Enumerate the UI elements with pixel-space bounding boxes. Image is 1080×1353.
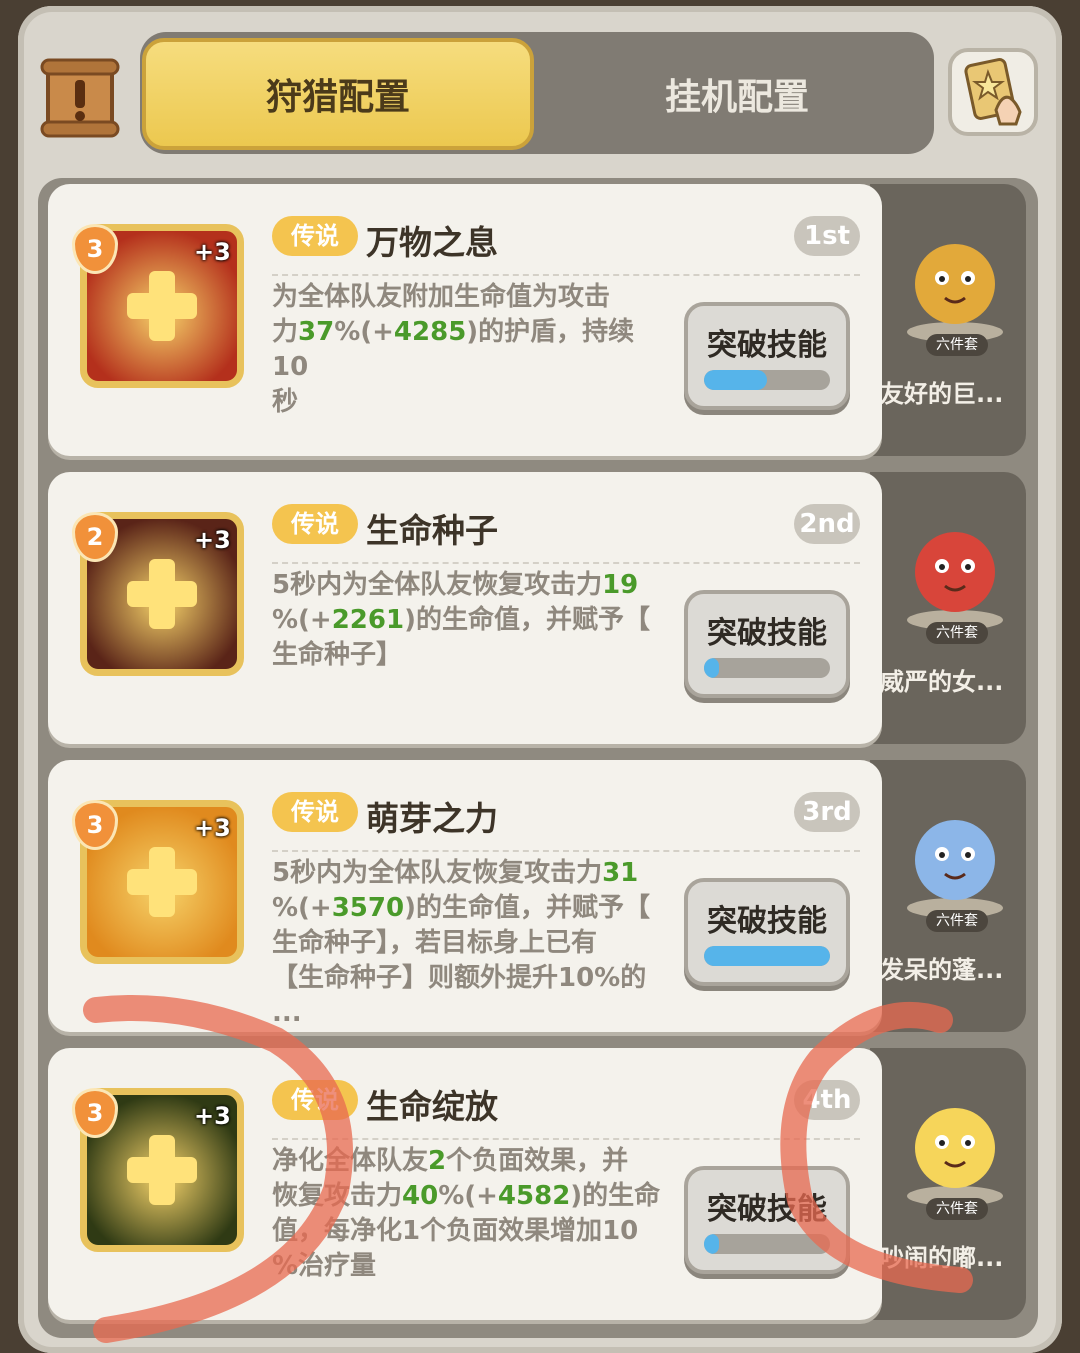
breakthrough-label: 突破技能 bbox=[707, 904, 827, 939]
description-text: 净化全体队友 bbox=[272, 1146, 429, 1176]
highlight-value: 3570 bbox=[331, 893, 405, 923]
set-badge: 六件套 bbox=[926, 334, 988, 356]
set-badge: 六件套 bbox=[926, 1198, 988, 1220]
set-badge: 六件套 bbox=[926, 910, 988, 932]
breakthrough-button[interactable]: 突破技能 bbox=[684, 302, 850, 410]
breakthrough-label: 突破技能 bbox=[707, 616, 827, 651]
skill-description: 净化全体队友2个负面效果，并 恢复攻击力40%(+4582)的生命 值，每净化1… bbox=[272, 1144, 668, 1284]
legendary-tag: 传说 bbox=[272, 504, 358, 544]
tips-button[interactable] bbox=[948, 48, 1038, 136]
breakthrough-label: 突破技能 bbox=[707, 328, 827, 363]
skill-name: 万物之息 bbox=[366, 223, 498, 262]
companion-pet-icon bbox=[907, 820, 1003, 918]
companion-name: 发呆的蓬... bbox=[880, 956, 1004, 984]
breakthrough-progress-fill bbox=[704, 1234, 720, 1254]
legendary-tag: 传说 bbox=[272, 216, 358, 256]
breakthrough-button[interactable]: 突破技能 bbox=[684, 590, 850, 698]
description-text: 5秒内为全体队友恢复攻击力 bbox=[272, 570, 603, 600]
breakthrough-button[interactable]: 突破技能 bbox=[684, 878, 850, 986]
description-text: %(+ bbox=[334, 317, 394, 347]
highlight-value: 40 bbox=[402, 1181, 439, 1211]
divider bbox=[272, 562, 860, 564]
plus-level-label: +3 bbox=[194, 814, 231, 842]
breakthrough-progress-bar bbox=[704, 658, 830, 678]
skill-description: 5秒内为全体队友恢复攻击力19 %(+2261)的生命值，并赋予【 生命种子】 bbox=[272, 568, 668, 673]
divider bbox=[272, 850, 860, 852]
description-text: %(+ bbox=[272, 605, 332, 635]
highlight-value: 37 bbox=[298, 317, 335, 347]
highlight-value: 19 bbox=[602, 570, 639, 600]
divider bbox=[272, 274, 860, 276]
companion-pet-icon bbox=[907, 532, 1003, 630]
card-hand-icon bbox=[964, 58, 1022, 126]
rank-tag: 3rd bbox=[794, 792, 860, 832]
legendary-tag: 传说 bbox=[272, 1080, 358, 1120]
rank-tag: 4th bbox=[794, 1080, 860, 1120]
companion-name: 威严的女... bbox=[880, 668, 1004, 696]
breakthrough-button[interactable]: 突破技能 bbox=[684, 1166, 850, 1274]
tab-hunting-config[interactable]: 狩猎配置 bbox=[142, 38, 534, 150]
skill-name: 生命种子 bbox=[366, 511, 498, 550]
highlight-value: 31 bbox=[602, 858, 639, 888]
highlight-value: 4582 bbox=[497, 1181, 571, 1211]
tab-idle-config[interactable]: 挂机配置 bbox=[540, 38, 934, 150]
breakthrough-progress-bar bbox=[704, 1234, 830, 1254]
skill-name: 萌芽之力 bbox=[366, 799, 498, 838]
set-badge: 六件套 bbox=[926, 622, 988, 644]
rank-tag: 1st bbox=[794, 216, 860, 256]
plus-level-label: +3 bbox=[194, 526, 231, 554]
breakthrough-progress-fill bbox=[704, 370, 767, 390]
plus-level-label: +3 bbox=[194, 1102, 231, 1130]
legendary-tag: 传说 bbox=[272, 792, 358, 832]
highlight-value: 2 bbox=[428, 1146, 447, 1176]
description-text: %(+ bbox=[438, 1181, 498, 1211]
rank-tag: 2nd bbox=[794, 504, 860, 544]
plus-level-label: +3 bbox=[194, 238, 231, 266]
companion-pet-icon bbox=[907, 244, 1003, 342]
skill-description: 为全体队友附加生命值为攻击 力37%(+4285)的护盾，持续10 秒 bbox=[272, 280, 668, 420]
description-text: 5秒内为全体队友恢复攻击力 bbox=[272, 858, 603, 888]
highlight-value: 4285 bbox=[393, 317, 467, 347]
companion-name: 友好的巨... bbox=[880, 380, 1004, 408]
skill-name: 生命绽放 bbox=[366, 1087, 498, 1126]
description-text: %(+ bbox=[272, 893, 332, 923]
breakthrough-progress-fill bbox=[704, 946, 830, 966]
breakthrough-label: 突破技能 bbox=[707, 1192, 827, 1227]
skill-description: 5秒内为全体队友恢复攻击力31 %(+3570)的生命值，并赋予【 生命种子】，… bbox=[272, 856, 668, 1031]
companion-name: 吵闹的嘟... bbox=[880, 1244, 1004, 1272]
companion-pet-icon bbox=[907, 1108, 1003, 1206]
breakthrough-progress-bar bbox=[704, 946, 830, 966]
scroll-icon[interactable] bbox=[38, 56, 122, 140]
divider bbox=[272, 1138, 860, 1140]
highlight-value: 2261 bbox=[331, 605, 405, 635]
breakthrough-progress-fill bbox=[704, 658, 720, 678]
breakthrough-progress-bar bbox=[704, 370, 830, 390]
